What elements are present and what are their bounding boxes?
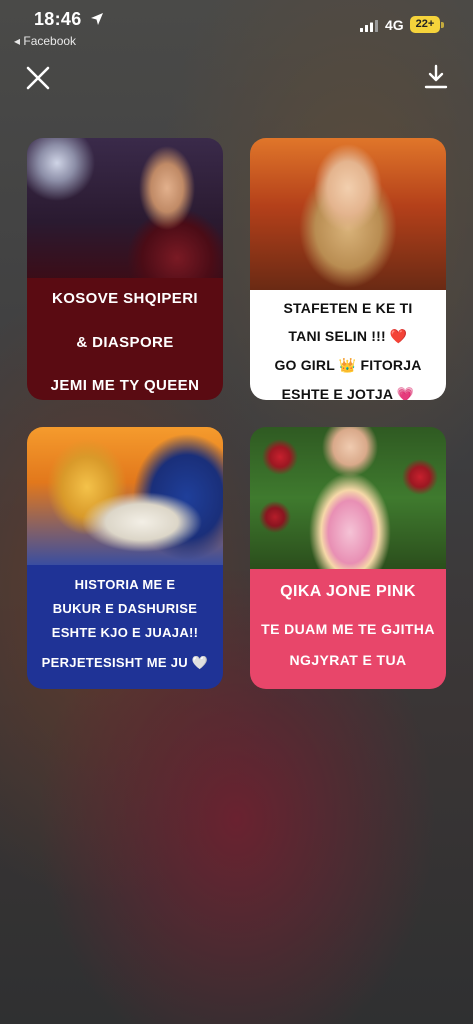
story-card-3[interactable]: HISTORIA ME E BUKUR E DASHURISE ESHTE KJ… (27, 427, 223, 689)
card-caption: HISTORIA ME E BUKUR E DASHURISE ESHTE KJ… (27, 565, 223, 689)
back-to-app-link[interactable]: ◂ Facebook (14, 34, 76, 48)
caption-line: BUKUR E DASHURISE (52, 601, 198, 616)
story-card-2[interactable]: STAFETEN E KE TI TANI SELIN !!! ❤️ GO GI… (250, 138, 446, 400)
signal-strength-icon (360, 20, 378, 32)
caption-line: STAFETEN E KE TI (283, 300, 413, 316)
close-icon[interactable] (22, 62, 54, 94)
status-time: 18:46 (34, 9, 82, 29)
caption-line: KOSOVE SHQIPERI (51, 290, 199, 307)
caption-line: TANI SELIN !!! ❤️ (288, 328, 408, 344)
caption-line: GO GIRL 👑 FITORJA (274, 357, 422, 373)
card-photo (27, 138, 223, 278)
story-card-4[interactable]: QIKA JONE PINK TE DUAM ME TE GJITHA NGJY… (250, 427, 446, 689)
battery-tip (441, 22, 444, 28)
card-photo (27, 427, 223, 565)
caption-line: TE DUAM ME TE GJITHA (261, 621, 435, 637)
story-card-1[interactable]: KOSOVE SHQIPERI & DIASPORE JEMI ME TY QU… (27, 138, 223, 400)
caption-line: & DIASPORE (76, 334, 174, 351)
location-arrow-icon (91, 13, 103, 25)
card-photo (250, 138, 446, 290)
battery-indicator: 22+ (410, 16, 440, 33)
card-caption: KOSOVE SHQIPERI & DIASPORE JEMI ME TY QU… (27, 278, 223, 400)
caption-line: HISTORIA ME E (74, 577, 176, 592)
caption-line: JEMI ME TY QUEEN (50, 377, 200, 394)
card-caption: STAFETEN E KE TI TANI SELIN !!! ❤️ GO GI… (250, 290, 446, 400)
network-type: 4G (385, 17, 404, 33)
caption-line: NGJYRAT E TUA (289, 652, 407, 668)
card-caption: QIKA JONE PINK TE DUAM ME TE GJITHA NGJY… (250, 569, 446, 689)
caption-line: QIKA JONE PINK (280, 583, 416, 600)
caption-line: ESHTE KJO E JUAJA!! (51, 625, 199, 640)
card-photo (250, 427, 446, 569)
download-icon[interactable] (422, 62, 450, 92)
status-bar: 18:46 ◂ Facebook 4G 22+ (0, 0, 473, 52)
caption-line: PERJETESISHT ME JU 🤍 (41, 655, 209, 670)
caption-line: ESHTE E JOTJA 💗 (281, 386, 415, 400)
